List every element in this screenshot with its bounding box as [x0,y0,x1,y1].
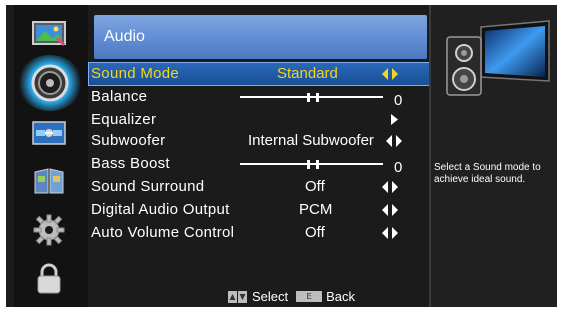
category-sidebar [14,5,88,307]
balance-slider-track[interactable] [240,96,383,98]
left-right-arrow-icon[interactable] [382,204,398,216]
sound-surround-value: Off [305,178,325,195]
auto-volume-control-value: Off [305,224,325,241]
audio-menu-panel: Audio Sound Mode Standard Balance 0 Equa… [88,5,431,307]
balance-slider-thumb[interactable] [316,93,319,102]
left-right-arrow-icon[interactable] [386,135,402,147]
menu-item-balance[interactable]: Balance 0 [88,86,429,109]
footer-hint: Select E Back [228,289,355,304]
page-title: Audio [104,28,145,45]
exit-key-icon: E [296,291,323,302]
satellite-icon[interactable] [24,113,74,153]
chevron-right-icon[interactable] [391,114,398,125]
balance-label: Balance [91,88,148,105]
menu-item-bass-boost[interactable]: Bass Boost 0 [88,153,429,176]
footer-back-label: Back [326,289,356,304]
speaker-tv-illustration [446,20,550,96]
bass-boost-slider-thumb[interactable] [307,160,310,169]
up-down-arrow-icon [228,290,247,303]
auto-volume-control-label: Auto Volume Control [91,224,235,241]
sound-mode-value: Standard [277,65,338,82]
help-text: Select a Sound mode to achieve ideal sou… [434,162,541,185]
subwoofer-label: Subwoofer [91,132,166,149]
help-panel: Select a Sound mode to achieve ideal sou… [429,5,557,307]
balance-slider-thumb[interactable] [307,93,310,102]
speaker-icon[interactable] [17,55,83,111]
digital-audio-output-label: Digital Audio Output [91,201,230,218]
tv-osd-menu: Audio Sound Mode Standard Balance 0 Equa… [6,5,557,307]
lock-icon[interactable] [24,259,74,299]
book-icon[interactable] [24,161,74,201]
menu-item-sound-surround[interactable]: Sound Surround Off [88,176,429,197]
menu-title-bar: Audio [94,15,427,59]
bass-boost-slider-thumb[interactable] [316,160,319,169]
footer-select-label: Select [252,289,289,304]
picture-icon[interactable] [24,14,74,54]
menu-item-subwoofer[interactable]: Subwoofer Internal Subwoofer [88,130,429,151]
menu-item-sound-mode[interactable]: Sound Mode Standard [88,62,431,86]
equalizer-label: Equalizer [91,111,157,128]
bass-boost-slider-track[interactable] [240,163,383,165]
left-right-arrow-icon[interactable] [382,227,398,239]
digital-audio-output-value: PCM [299,201,333,218]
left-right-arrow-icon[interactable] [382,68,398,80]
menu-item-equalizer[interactable]: Equalizer [88,109,429,130]
menu-item-auto-volume-control[interactable]: Auto Volume Control Off [88,222,429,243]
left-right-arrow-icon[interactable] [382,181,398,193]
gear-icon[interactable] [24,210,74,250]
sound-mode-label: Sound Mode [91,65,180,82]
bass-boost-value: 0 [394,159,403,176]
menu-item-digital-audio-output[interactable]: Digital Audio Output PCM [88,199,429,220]
bass-boost-label: Bass Boost [91,155,170,172]
subwoofer-value: Internal Subwoofer [248,132,374,149]
balance-value: 0 [394,92,403,109]
sound-surround-label: Sound Surround [91,178,205,195]
